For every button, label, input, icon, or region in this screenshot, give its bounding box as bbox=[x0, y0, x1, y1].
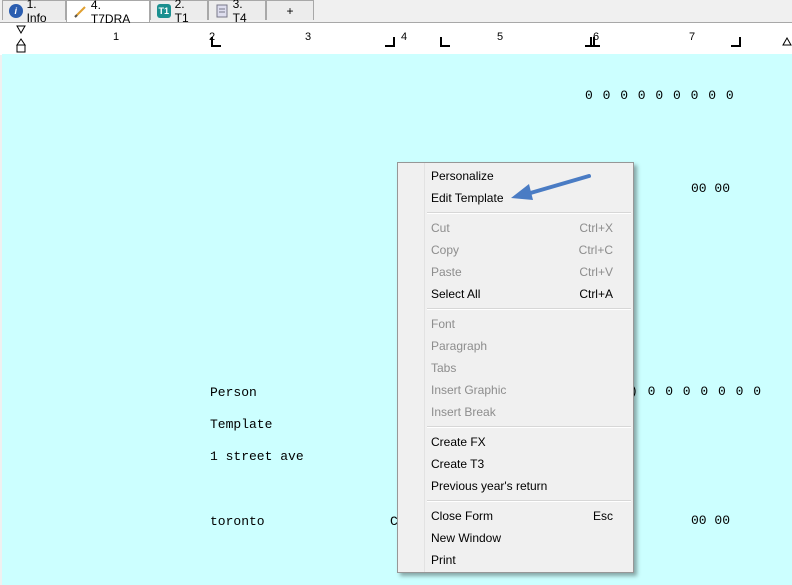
menu-shortcut: Ctrl+X bbox=[579, 221, 613, 235]
menu-label: New Window bbox=[431, 531, 502, 545]
menu-item-paste[interactable]: Paste Ctrl+V bbox=[425, 261, 633, 283]
menu-item-create-t3[interactable]: Create T3 bbox=[425, 453, 633, 475]
menu-label: Print bbox=[431, 553, 456, 567]
info-icon: i bbox=[9, 3, 23, 18]
city-field[interactable]: toronto bbox=[210, 514, 265, 529]
menu-icon-column bbox=[398, 163, 425, 572]
menu-item-new-window[interactable]: New Window bbox=[425, 527, 633, 549]
menu-item-select-all[interactable]: Select All Ctrl+A bbox=[425, 283, 633, 305]
menu-item-previous-year-return[interactable]: Previous year's return bbox=[425, 475, 633, 497]
tab-label: 1. Info bbox=[26, 0, 47, 25]
menu-label: Close Form bbox=[431, 509, 494, 523]
tab-label: 4. T7DRA bbox=[90, 0, 131, 26]
menu-item-insert-break[interactable]: Insert Break bbox=[425, 401, 633, 423]
menu-label: Paragraph bbox=[431, 339, 488, 353]
tab-stop-right[interactable] bbox=[385, 37, 395, 47]
tab-label: 3. T4 bbox=[232, 0, 247, 25]
menu-item-copy[interactable]: Copy Ctrl+C bbox=[425, 239, 633, 261]
menu-label: Create FX bbox=[431, 435, 486, 449]
ruler-number: 1 bbox=[113, 31, 120, 43]
menu-item-print[interactable]: Print bbox=[425, 549, 633, 571]
tab-t4[interactable]: 3. T4 bbox=[208, 0, 266, 25]
menu-item-close-form[interactable]: Close Form Esc bbox=[425, 505, 633, 527]
menu-item-font[interactable]: Font bbox=[425, 313, 633, 335]
amount-field[interactable]: 0 0 0 0 0 0 0 0 0 bbox=[585, 88, 735, 103]
annotation-arrow-icon bbox=[511, 174, 591, 200]
tab-stop-left[interactable] bbox=[440, 37, 450, 47]
menu-label: Previous year's return bbox=[431, 479, 548, 493]
menu-shortcut: Ctrl+A bbox=[579, 287, 613, 301]
menu-shortcut: Esc bbox=[592, 509, 613, 523]
amount-field[interactable]: 00 00 bbox=[691, 513, 730, 528]
menu-label: Select All bbox=[431, 287, 481, 301]
menu-item-paragraph[interactable]: Paragraph bbox=[425, 335, 633, 357]
menu-shortcut: Ctrl+V bbox=[579, 265, 613, 279]
amount-field[interactable]: 00 00 bbox=[691, 181, 730, 196]
indent-marker-icon[interactable] bbox=[16, 25, 28, 55]
menu-separator bbox=[427, 308, 631, 310]
ruler-number: 7 bbox=[689, 31, 696, 43]
menu-label: Font bbox=[431, 317, 456, 331]
tab-info[interactable]: i 1. Info bbox=[2, 0, 66, 25]
ruler-number: 3 bbox=[305, 31, 312, 43]
new-tab-button[interactable]: + bbox=[266, 0, 314, 20]
tab-t7dra[interactable]: 4. T7DRA bbox=[66, 0, 150, 26]
menu-label: Tabs bbox=[431, 361, 457, 375]
pencil-icon bbox=[74, 5, 86, 18]
plus-label: + bbox=[286, 3, 294, 18]
menu-item-cut[interactable]: Cut Ctrl+X bbox=[425, 217, 633, 239]
menu-separator bbox=[427, 500, 631, 502]
template-field[interactable]: Template bbox=[210, 417, 272, 432]
form-icon bbox=[216, 4, 228, 17]
t1-icon: T1 bbox=[157, 3, 171, 18]
menu-item-insert-graphic[interactable]: Insert Graphic bbox=[425, 379, 633, 401]
menu-separator bbox=[427, 426, 631, 428]
menu-item-create-fx[interactable]: Create FX bbox=[425, 431, 633, 453]
tab-stop-left[interactable] bbox=[211, 37, 221, 47]
ruler-number: 5 bbox=[497, 31, 504, 43]
tab-bar: i 1. Info 4. T7DRA T1 2. T1 3. T4 + bbox=[0, 0, 792, 26]
right-margin-marker-icon[interactable] bbox=[782, 37, 792, 49]
tab-label: 2. T1 bbox=[174, 0, 189, 25]
menu-label: Insert Break bbox=[431, 405, 496, 419]
menu-separator bbox=[427, 212, 631, 214]
menu-label: Create T3 bbox=[431, 457, 485, 471]
amount-field[interactable]: ) 0 0 0 0 0 0 0 bbox=[630, 384, 762, 399]
ruler[interactable]: 1 2 3 4 5 6 7 bbox=[0, 22, 792, 55]
menu-label: Personalize bbox=[431, 169, 494, 183]
tab-stop-left[interactable] bbox=[590, 37, 600, 47]
context-menu: Personalize Edit Template Cut Ctrl+X Copy… bbox=[397, 162, 634, 573]
tab-t1[interactable]: T1 2. T1 bbox=[150, 0, 208, 25]
menu-shortcut: Ctrl+C bbox=[578, 243, 613, 257]
ruler-number: 4 bbox=[401, 31, 408, 43]
address-field[interactable]: 1 street ave bbox=[210, 449, 304, 464]
menu-label: Copy bbox=[431, 243, 460, 257]
menu-label: Paste bbox=[431, 265, 462, 279]
menu-label: Edit Template bbox=[431, 191, 504, 205]
tab-stop-right[interactable] bbox=[731, 37, 741, 47]
menu-label: Insert Graphic bbox=[431, 383, 507, 397]
name-field[interactable]: Person bbox=[210, 385, 257, 400]
menu-item-tabs[interactable]: Tabs bbox=[425, 357, 633, 379]
menu-label: Cut bbox=[431, 221, 450, 235]
